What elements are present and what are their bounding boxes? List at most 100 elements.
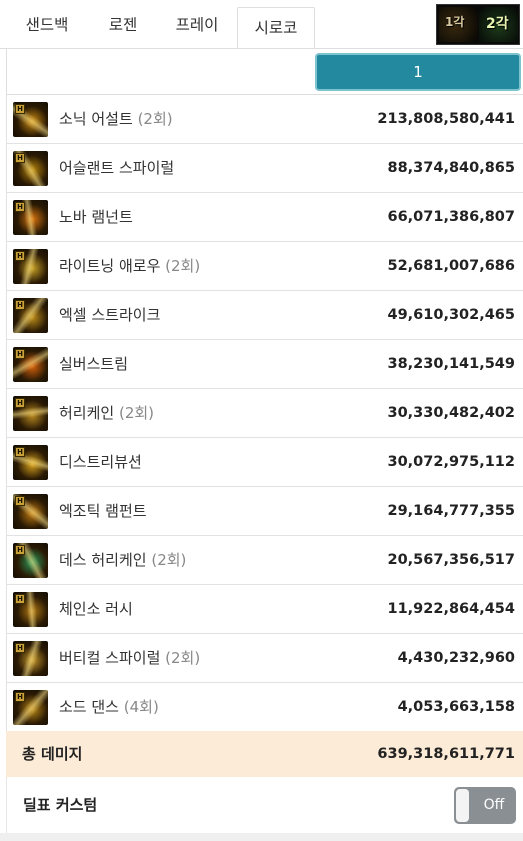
skill-hotkey-badge-icon: H	[15, 594, 25, 604]
skill-row: H 버티컬 스파이럴 (2회) 4,430,232,960	[6, 634, 523, 683]
skill-row: H 엑조틱 램펀트 29,164,777,355	[6, 487, 523, 536]
skill-name-text: 실버스트림	[59, 355, 129, 373]
vertical-spiral-icon: H	[13, 641, 48, 676]
skill-name: 체인소 러시	[59, 585, 133, 634]
skill-hotkey-badge-icon: H	[15, 104, 25, 114]
skill-hotkey-badge-icon: H	[15, 153, 25, 163]
skill-hit-count: (2회)	[165, 257, 201, 275]
skill-hit-count: (2회)	[118, 404, 155, 422]
skill-name-text: 소닉 어설트	[59, 110, 133, 128]
skill-row: H 실버스트림 38,230,141,549	[6, 340, 523, 389]
skill-damage-value: 30,072,975,112	[387, 454, 515, 470]
skill-damage-value: 29,164,777,355	[387, 503, 515, 519]
skill-name-text: 엑셀 스트라이크	[59, 306, 161, 324]
hurricane-icon: H	[13, 396, 48, 431]
nova-remnant-icon: H	[13, 200, 48, 235]
skill-name: 노바 램넌트	[59, 193, 133, 242]
skill-hotkey-badge-icon: H	[15, 300, 25, 310]
skill-name-text: 라이트닝 애로우	[59, 257, 161, 275]
awakening-thumbnail[interactable]: 1각 2각	[436, 4, 520, 45]
skill-hotkey-badge-icon: H	[15, 692, 25, 702]
custom-table-toggle[interactable]: Off	[454, 787, 516, 824]
tab-siroco[interactable]: 시로코	[237, 7, 315, 49]
skill-name: 어슬랜트 스파이럴	[59, 144, 174, 193]
skill-row: H 소드 댄스 (4회) 4,053,663,158	[6, 683, 523, 732]
skill-damage-value: 30,330,482,402	[387, 405, 515, 421]
page-button-1[interactable]: 1	[315, 53, 521, 91]
distribution-icon: H	[13, 445, 48, 480]
skill-hit-count: (2회)	[137, 110, 173, 128]
skill-name-text: 엑조틱 램펀트	[59, 502, 147, 520]
skill-row: H 디스트리뷰션 30,072,975,112	[6, 438, 523, 487]
toggle-state-label: Off	[483, 797, 505, 813]
skill-hotkey-badge-icon: H	[15, 251, 25, 261]
skill-hotkey-badge-icon: H	[15, 545, 25, 555]
skill-row: H 데스 허리케인 (2회) 20,567,356,517	[6, 536, 523, 585]
skill-name-text: 소드 댄스	[59, 698, 119, 716]
skill-row: H 소닉 어설트 (2회) 213,808,580,441	[6, 95, 523, 144]
skill-damage-value: 88,374,840,865	[387, 160, 515, 176]
skill-hit-count: (2회)	[151, 551, 187, 569]
skill-name: 버티컬 스파이럴 (2회)	[59, 634, 200, 683]
skill-name: 허리케인 (2회)	[59, 389, 154, 438]
skill-name: 디스트리뷰션	[59, 438, 142, 487]
custom-table-row: 딜표 커스텀 Off	[6, 777, 523, 833]
skill-hotkey-badge-icon: H	[15, 447, 25, 457]
skill-name: 엑셀 스트라이크	[59, 291, 160, 340]
total-damage-row: 총 데미지 639,318,611,771	[6, 731, 523, 777]
skill-damage-value: 20,567,356,517	[387, 552, 515, 568]
tab-prey[interactable]: 프레이	[160, 0, 234, 48]
custom-table-label: 딜표 커스텀	[23, 796, 98, 814]
skill-name-text: 디스트리뷰션	[59, 453, 142, 471]
skill-name-text: 허리케인	[59, 404, 115, 422]
sword-dance-icon: H	[13, 690, 48, 725]
skill-hotkey-badge-icon: H	[15, 496, 25, 506]
skill-name: 엑조틱 램펀트	[59, 487, 147, 536]
death-hurricane-icon: H	[13, 543, 48, 578]
skill-name: 라이트닝 애로우 (2회)	[59, 242, 200, 291]
skill-row: H 라이트닝 애로우 (2회) 52,681,007,686	[6, 242, 523, 291]
skill-row: H 노바 램넌트 66,071,386,807	[6, 193, 523, 242]
bottom-strip	[0, 833, 523, 841]
toggle-knob[interactable]	[456, 789, 469, 822]
chainsaw-rush-icon: H	[13, 592, 48, 627]
tab-bar: 샌드백 로젠 프레이 시로코 1각 2각	[0, 0, 523, 49]
tab-sandbag[interactable]: 샌드백	[10, 0, 84, 48]
total-damage-label: 총 데미지	[22, 745, 83, 763]
skill-damage-value: 66,071,386,807	[387, 209, 515, 225]
silver-stream-icon: H	[13, 347, 48, 382]
skill-row: H 허리케인 (2회) 30,330,482,402	[6, 389, 523, 438]
lightning-arrow-icon: H	[13, 249, 48, 284]
skill-row: H 체인소 러시 11,922,864,454	[6, 585, 523, 634]
first-awakening-caption: 1각	[445, 15, 465, 29]
skill-damage-list: H 소닉 어설트 (2회) 213,808,580,441 H 어슬랜트 스파이럴 88,…	[6, 95, 523, 732]
skill-damage-value: 4,430,232,960	[397, 650, 515, 666]
skill-row: H 엑셀 스트라이크 49,610,302,465	[6, 291, 523, 340]
skill-name-text: 데스 허리케인	[59, 551, 147, 569]
second-awakening-caption: 2각	[486, 16, 509, 32]
skill-name: 소닉 어설트 (2회)	[59, 95, 173, 144]
skill-name-text: 체인소 러시	[59, 600, 133, 618]
skill-name-text: 어슬랜트 스파이럴	[59, 159, 175, 177]
skill-damage-value: 38,230,141,549	[387, 356, 515, 372]
skill-name: 데스 허리케인 (2회)	[59, 536, 186, 585]
excel-strike-icon: H	[13, 298, 48, 333]
skill-hotkey-badge-icon: H	[15, 643, 25, 653]
skill-row: H 어슬랜트 스파이럴 88,374,840,865	[6, 144, 523, 193]
sonic-assault-icon: H	[13, 102, 48, 137]
skill-hit-count: (2회)	[165, 649, 201, 667]
skill-damage-value: 4,053,663,158	[397, 699, 515, 715]
skill-damage-value: 11,922,864,454	[387, 601, 515, 617]
skill-damage-value: 52,681,007,686	[387, 258, 515, 274]
exotic-rampant-icon: H	[13, 494, 48, 529]
skill-damage-value: 213,808,580,441	[377, 111, 515, 127]
tab-rosen[interactable]: 로젠	[90, 0, 156, 48]
skill-hit-count: (4회)	[123, 698, 159, 716]
skill-name: 실버스트림	[59, 340, 128, 389]
skill-hotkey-badge-icon: H	[15, 398, 25, 408]
total-damage-value: 639,318,611,771	[377, 746, 515, 762]
skill-hotkey-badge-icon: H	[15, 202, 25, 212]
skill-name-text: 버티컬 스파이럴	[59, 649, 161, 667]
skill-name: 소드 댄스 (4회)	[59, 683, 159, 732]
skill-damage-value: 49,610,302,465	[387, 307, 515, 323]
